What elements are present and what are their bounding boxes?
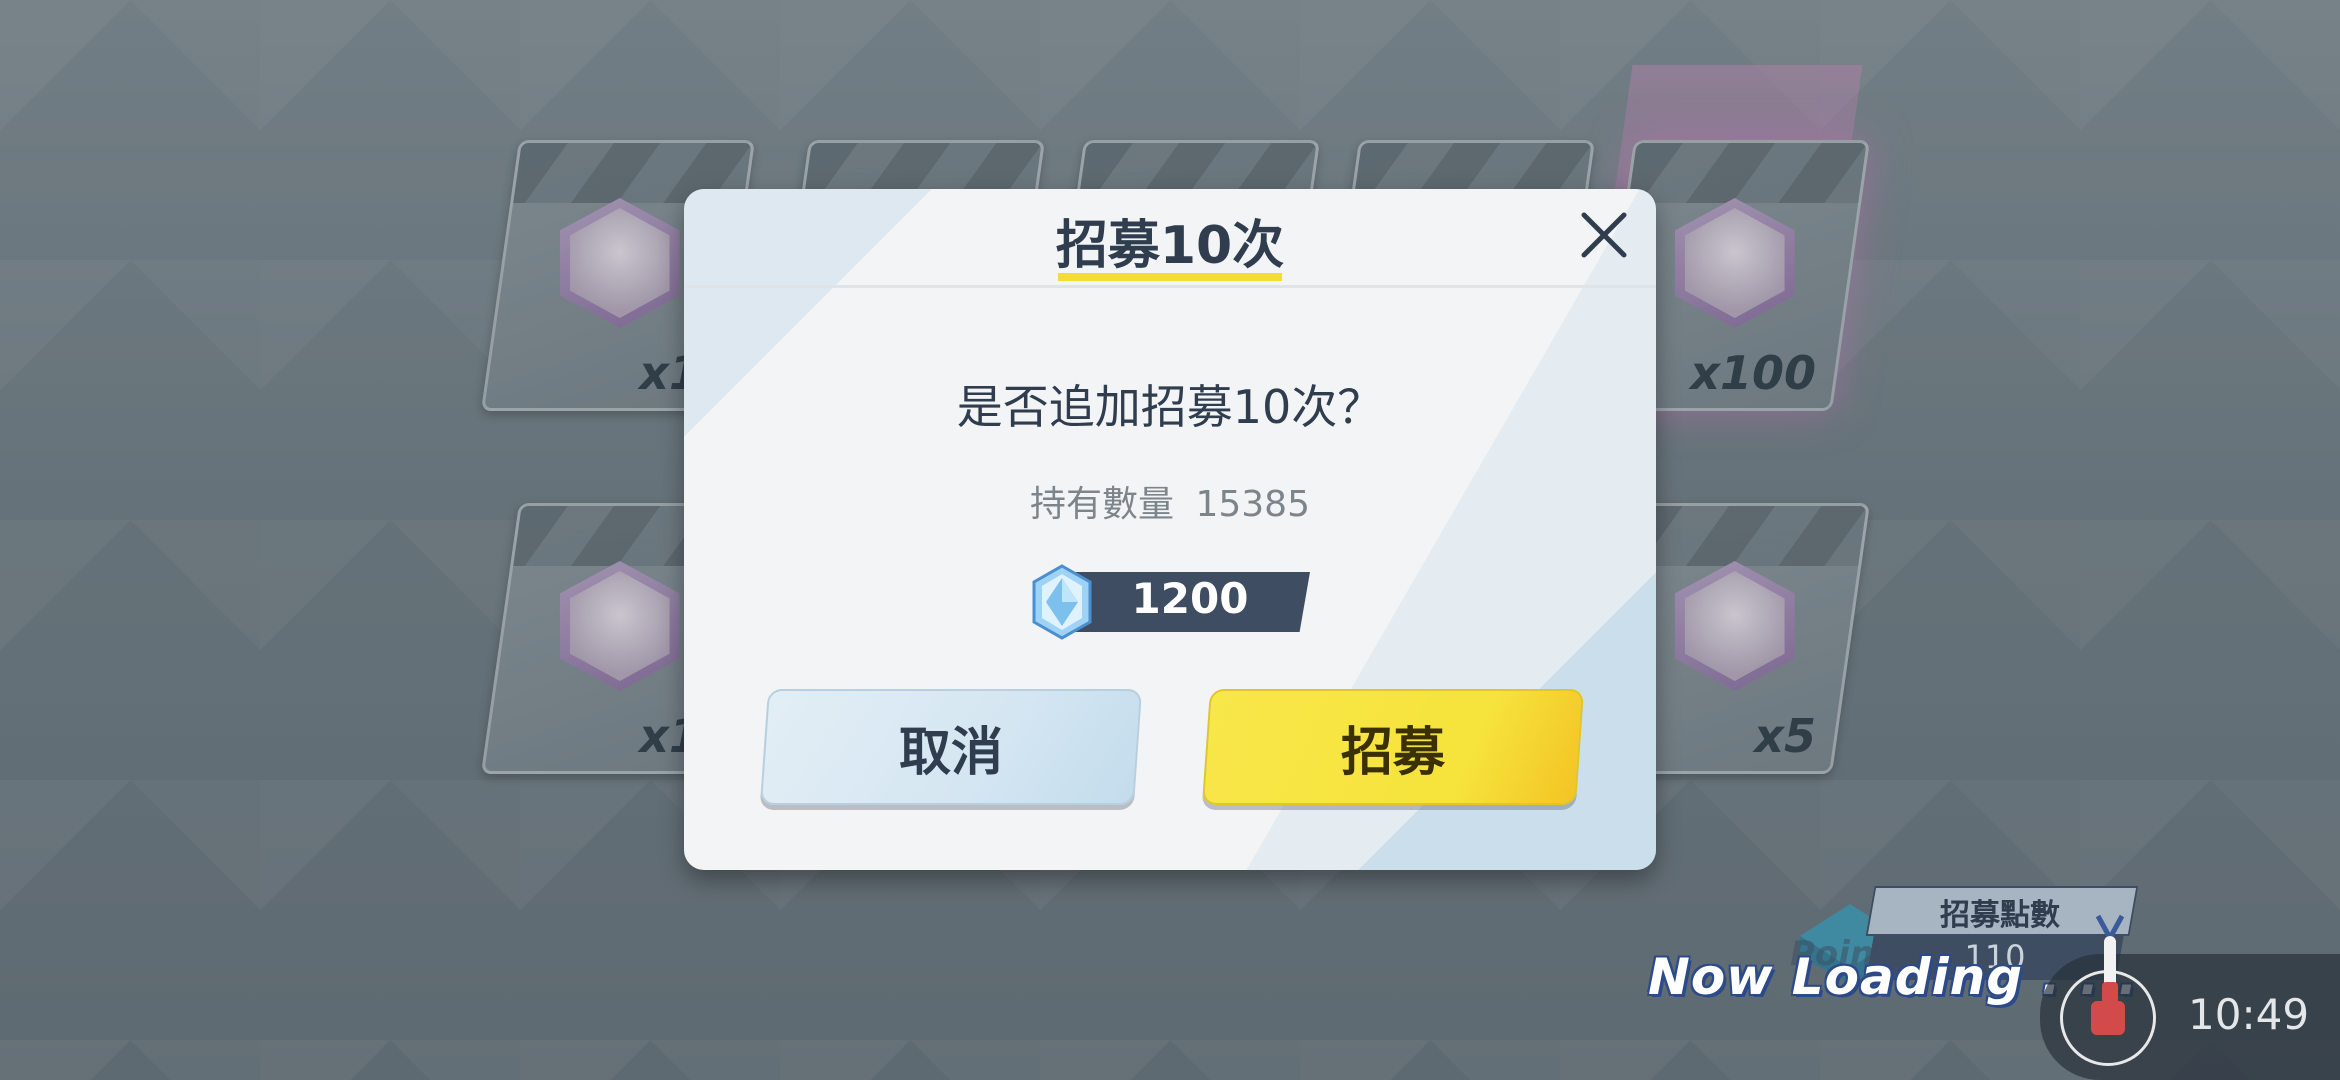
dialog-header: 招募10次: [684, 189, 1656, 288]
cancel-label: 取消: [898, 722, 1003, 783]
crystal-gem-icon: [1032, 564, 1092, 640]
confirm-question: 是否追加招募10次？: [956, 380, 1384, 434]
owned-value: 15385: [1195, 484, 1310, 525]
recruit-button[interactable]: 招募: [1201, 689, 1585, 805]
owned-label: 持有數量: [1030, 484, 1175, 525]
recruit-label: 招募: [1340, 722, 1445, 783]
close-button[interactable]: [1574, 205, 1634, 265]
dialog-title: 招募10次: [1055, 216, 1285, 276]
cost-display: 1200: [1030, 564, 1310, 640]
cost-value: 1200: [1131, 574, 1249, 623]
recruit-confirm-dialog: 招募10次 是否追加招募10次？ 持有數量 15385 1200 取消 招募: [684, 189, 1656, 870]
close-icon: [1581, 212, 1627, 258]
bell-icon: [2095, 914, 2125, 1004]
owned-amount: 持有數量 15385: [684, 475, 1656, 527]
cancel-button[interactable]: 取消: [759, 689, 1143, 805]
screen-record-widget: 10:49: [2040, 954, 2340, 1080]
clock: 10:49: [2188, 990, 2310, 1039]
title-underline: [1058, 273, 1282, 281]
